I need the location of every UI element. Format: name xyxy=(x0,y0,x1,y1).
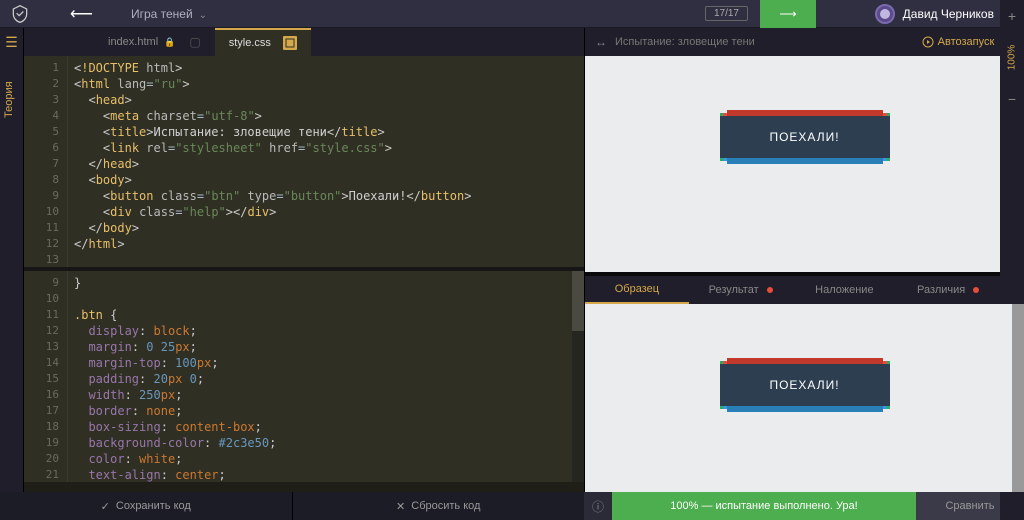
status-dot-icon xyxy=(767,287,773,293)
close-icon[interactable]: ▢ xyxy=(189,35,200,49)
css-editor[interactable]: 91011121314151617181920212223242526 } .b… xyxy=(24,271,584,482)
sample-button: ПОЕХАЛИ! xyxy=(720,364,890,406)
chevron-down-icon: ⌄ xyxy=(199,10,207,21)
tab-result[interactable]: Результат xyxy=(689,276,793,304)
code-content: } .btn { display: block; margin: 0 25px;… xyxy=(74,275,276,482)
preview-pane: ПОЕХАЛИ! xyxy=(585,56,1024,272)
reset-code-button[interactable]: ✕Сбросить код xyxy=(293,492,585,520)
progress-indicator: 17/17 xyxy=(705,6,748,21)
resize-handle-icon[interactable]: ↔ xyxy=(595,35,607,49)
left-sidebar: ☰ Теория xyxy=(0,28,24,492)
line-gutter: 91011121314151617181920212223242526 xyxy=(24,271,68,482)
user-name: Давид Черников xyxy=(903,7,994,21)
autorun-toggle[interactable]: Автозапуск xyxy=(922,36,995,48)
menu-icon[interactable]: ☰ xyxy=(0,28,23,57)
lock-icon: 🔒 xyxy=(164,37,175,48)
logo-icon[interactable] xyxy=(8,2,32,26)
top-bar: ⟵ Игра теней⌄ 17/17 ⟶ Давид Черников ▾ xyxy=(0,0,1024,28)
zoom-in-button[interactable]: + xyxy=(1008,0,1016,32)
editor-tabs: index.html 🔒 ▢ style.css xyxy=(24,28,584,56)
zoom-out-button[interactable]: − xyxy=(1008,83,1016,115)
scrollbar[interactable] xyxy=(572,271,584,482)
status-message: 100% — испытание выполнено. Ура! xyxy=(612,492,916,520)
preview-title: Испытание: зловещие тени xyxy=(615,36,755,48)
highlight-icon xyxy=(283,36,297,50)
close-icon: ✕ xyxy=(396,500,405,513)
bottom-bar: ✓Сохранить код ✕Сбросить код ⓘ 100% — ис… xyxy=(0,492,1024,520)
zoom-value: 100% xyxy=(1007,45,1018,71)
scrollbar[interactable] xyxy=(1012,304,1024,492)
horizontal-scrollbar[interactable] xyxy=(24,482,584,492)
avatar-icon xyxy=(875,4,895,24)
preview-header: ↔ Испытание: зловещие тени Автозапуск ⛶ xyxy=(585,28,1024,56)
user-menu[interactable]: Давид Черников ▾ xyxy=(865,4,1016,24)
tab-overlay[interactable]: Наложение xyxy=(793,276,897,304)
tab-index-html[interactable]: index.html 🔒 ▢ xyxy=(94,28,215,56)
html-editor[interactable]: 12345678910111213 <!DOCTYPE html> <html … xyxy=(24,56,584,267)
back-arrow-icon[interactable]: ⟵ xyxy=(62,4,101,24)
code-content: <!DOCTYPE html> <html lang="ru"> <head> … xyxy=(74,60,471,252)
result-tabs: Образец Результат Наложение Различия ? xyxy=(585,276,1024,304)
tab-sample[interactable]: Образец xyxy=(585,276,689,304)
tab-style-css[interactable]: style.css xyxy=(215,28,311,56)
check-icon: ✓ xyxy=(101,500,110,513)
info-icon[interactable]: ⓘ xyxy=(584,492,612,520)
status-dot-icon xyxy=(973,287,979,293)
course-title[interactable]: Игра теней⌄ xyxy=(131,7,207,21)
save-code-button[interactable]: ✓Сохранить код xyxy=(0,492,293,520)
sample-pane: ПОЕХАЛИ! xyxy=(585,304,1024,492)
tab-diff[interactable]: Различия xyxy=(896,276,1000,304)
demo-button: ПОЕХАЛИ! xyxy=(720,116,890,158)
line-gutter: 12345678910111213 xyxy=(24,56,68,267)
next-arrow-button[interactable]: ⟶ xyxy=(760,0,816,28)
theory-tab[interactable]: Теория xyxy=(3,81,15,118)
